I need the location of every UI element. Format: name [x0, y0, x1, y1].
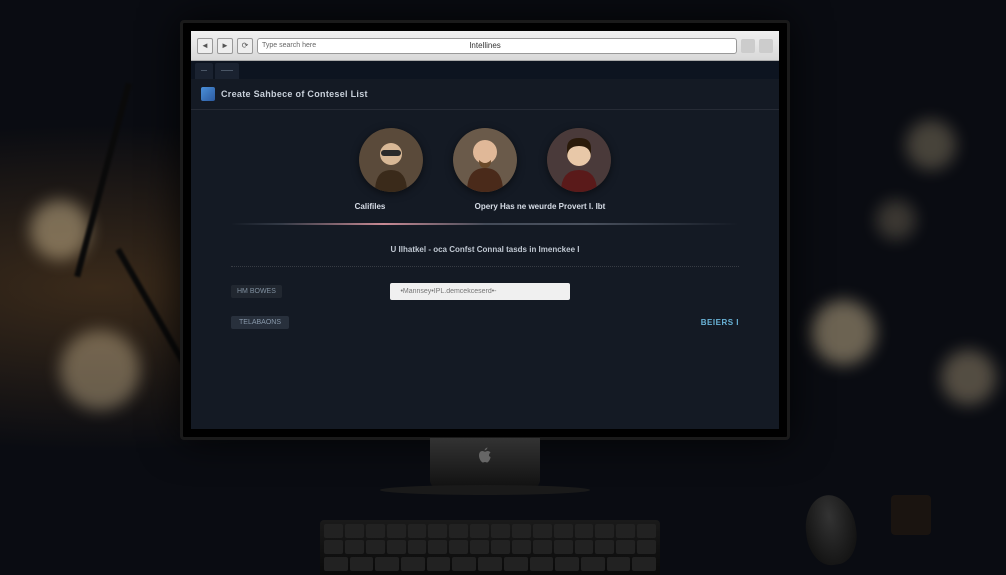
- bokeh-light: [811, 300, 876, 365]
- avatar-row: [191, 110, 779, 202]
- reload-button[interactable]: ⟳: [237, 38, 253, 54]
- bokeh-light: [906, 120, 956, 170]
- url-bar[interactable]: Type search here: [257, 38, 737, 54]
- desk-plant: [886, 455, 936, 535]
- page-title: Create Sahbece of Contesel List: [221, 89, 368, 99]
- text-input[interactable]: [390, 283, 570, 300]
- browser-chrome: ◄ ► ⟳ Type search here Intellines: [191, 31, 779, 61]
- avatar[interactable]: [547, 128, 611, 192]
- avatar-labels: Califiles Opery Has ne weurde Provert I.…: [191, 202, 779, 217]
- keyboard: [320, 520, 660, 575]
- mic-arm: [74, 83, 132, 278]
- page-header: Create Sahbece of Contesel List: [191, 79, 779, 110]
- bokeh-light: [60, 330, 140, 410]
- apple-logo-icon: [478, 447, 492, 463]
- monitor-stand: [430, 438, 540, 488]
- app-logo-icon: [201, 87, 215, 101]
- bokeh-light: [876, 200, 916, 240]
- tab[interactable]: ——: [215, 63, 239, 79]
- row-badge: HM BOWES: [231, 285, 282, 298]
- monitor-foot: [380, 485, 590, 495]
- input-row: HM BOWES: [191, 275, 779, 308]
- progress-bar: [231, 223, 739, 225]
- avatar-label: Califiles: [330, 202, 410, 211]
- forward-button[interactable]: ►: [217, 38, 233, 54]
- actions-row: TELABAONS BEIERS I: [191, 308, 779, 337]
- divider: [231, 266, 739, 267]
- menu-icon[interactable]: [759, 39, 773, 53]
- avatar-label: Opery Has ne weurde Provert I. Ibt: [440, 202, 640, 211]
- avatar[interactable]: [453, 128, 517, 192]
- tag: TELABAONS: [231, 316, 289, 329]
- tab-strip: — ——: [191, 61, 779, 79]
- tab[interactable]: —: [195, 63, 213, 79]
- avatar[interactable]: [359, 128, 423, 192]
- monitor: ◄ ► ⟳ Type search here Intellines — —— C…: [180, 20, 790, 440]
- primary-action-button[interactable]: BEIERS I: [701, 318, 739, 327]
- mouse: [801, 492, 860, 568]
- extension-icon[interactable]: [741, 39, 755, 53]
- back-button[interactable]: ◄: [197, 38, 213, 54]
- page-content: Create Sahbece of Contesel List Califile…: [191, 79, 779, 429]
- section-heading: U Ilhatkel - oca Confst Connal tasds in …: [191, 241, 779, 258]
- bokeh-light: [941, 350, 996, 405]
